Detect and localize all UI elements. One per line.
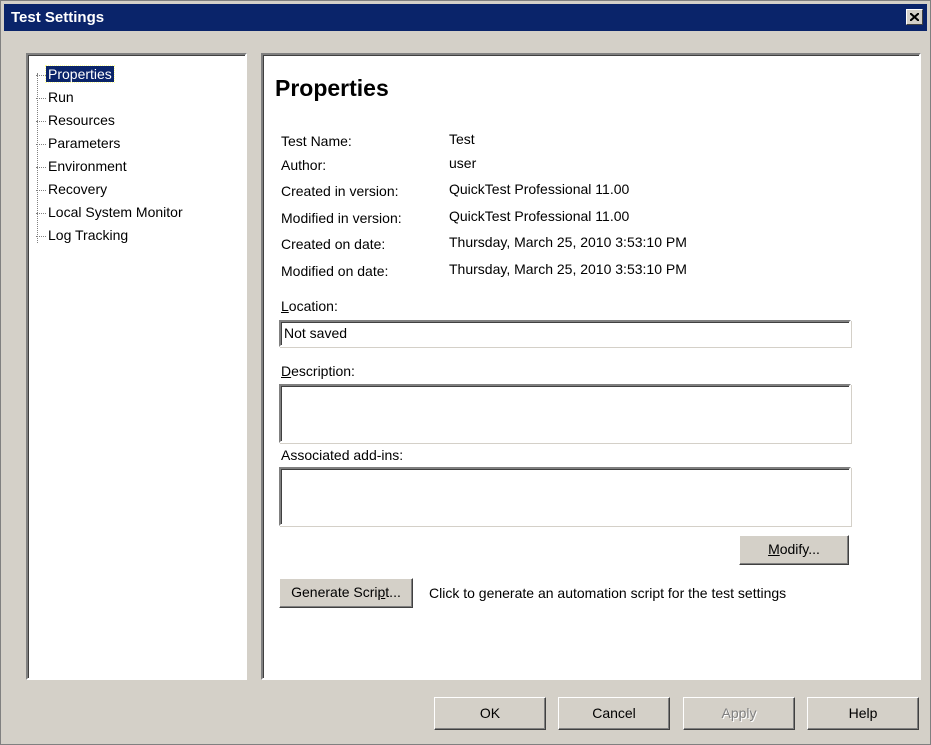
tree-item-label: Run — [48, 89, 74, 105]
modify-button[interactable]: Modify... — [739, 535, 849, 565]
ok-button[interactable]: OK — [434, 697, 546, 730]
tree-item-label: Properties — [45, 65, 115, 83]
description-field[interactable] — [279, 384, 851, 443]
tree-item-label: Log Tracking — [48, 227, 129, 243]
generate-script-button[interactable]: Generate Script... — [279, 578, 413, 608]
created-date-value: Thursday, March 25, 2010 3:53:10 PM — [449, 234, 687, 250]
created-version-label: Created in version: — [281, 183, 399, 199]
test-name-value: Test — [449, 131, 475, 147]
test-settings-dialog: Test Settings Properties Run Resources P… — [0, 0, 931, 745]
tree-item-label: Environment — [48, 158, 127, 174]
modified-version-label: Modified in version: — [281, 210, 402, 226]
close-icon — [910, 13, 919, 21]
description-label: Description: — [281, 363, 355, 379]
author-label: Author: — [281, 157, 327, 173]
cancel-button[interactable]: Cancel — [558, 697, 670, 730]
properties-panel: Properties Test Name: Test Author: user … — [261, 53, 921, 680]
tree-item-label: Local System Monitor — [48, 204, 183, 220]
test-name-label: Test Name: — [281, 133, 352, 149]
window-title: Test Settings — [11, 9, 105, 26]
modified-date-label: Modified on date: — [281, 263, 389, 279]
modified-version-value: QuickTest Professional 11.00 — [449, 208, 630, 224]
help-button[interactable]: Help — [807, 697, 919, 730]
location-label: Location: — [281, 298, 338, 314]
tree-item-label: Parameters — [48, 135, 121, 151]
tree-item-label: Recovery — [48, 181, 108, 197]
modified-date-value: Thursday, March 25, 2010 3:53:10 PM — [449, 261, 687, 277]
location-value: Not saved — [284, 325, 348, 341]
title-bar[interactable]: Test Settings — [4, 4, 927, 31]
created-version-value: QuickTest Professional 11.00 — [449, 181, 630, 197]
close-button[interactable] — [906, 9, 923, 25]
author-value: user — [449, 155, 477, 171]
associated-addins-field[interactable] — [279, 467, 851, 526]
page-title: Properties — [275, 75, 389, 101]
generate-script-hint: Click to generate an automation script f… — [429, 585, 787, 601]
associated-addins-label: Associated add-ins: — [281, 447, 404, 463]
tree-item-label: Resources — [48, 112, 115, 128]
apply-button[interactable]: Apply — [683, 697, 795, 730]
settings-tree[interactable]: Properties Run Resources Parameters Envi… — [26, 53, 247, 680]
location-field[interactable]: Not saved — [279, 320, 851, 347]
created-date-label: Created on date: — [281, 236, 386, 252]
